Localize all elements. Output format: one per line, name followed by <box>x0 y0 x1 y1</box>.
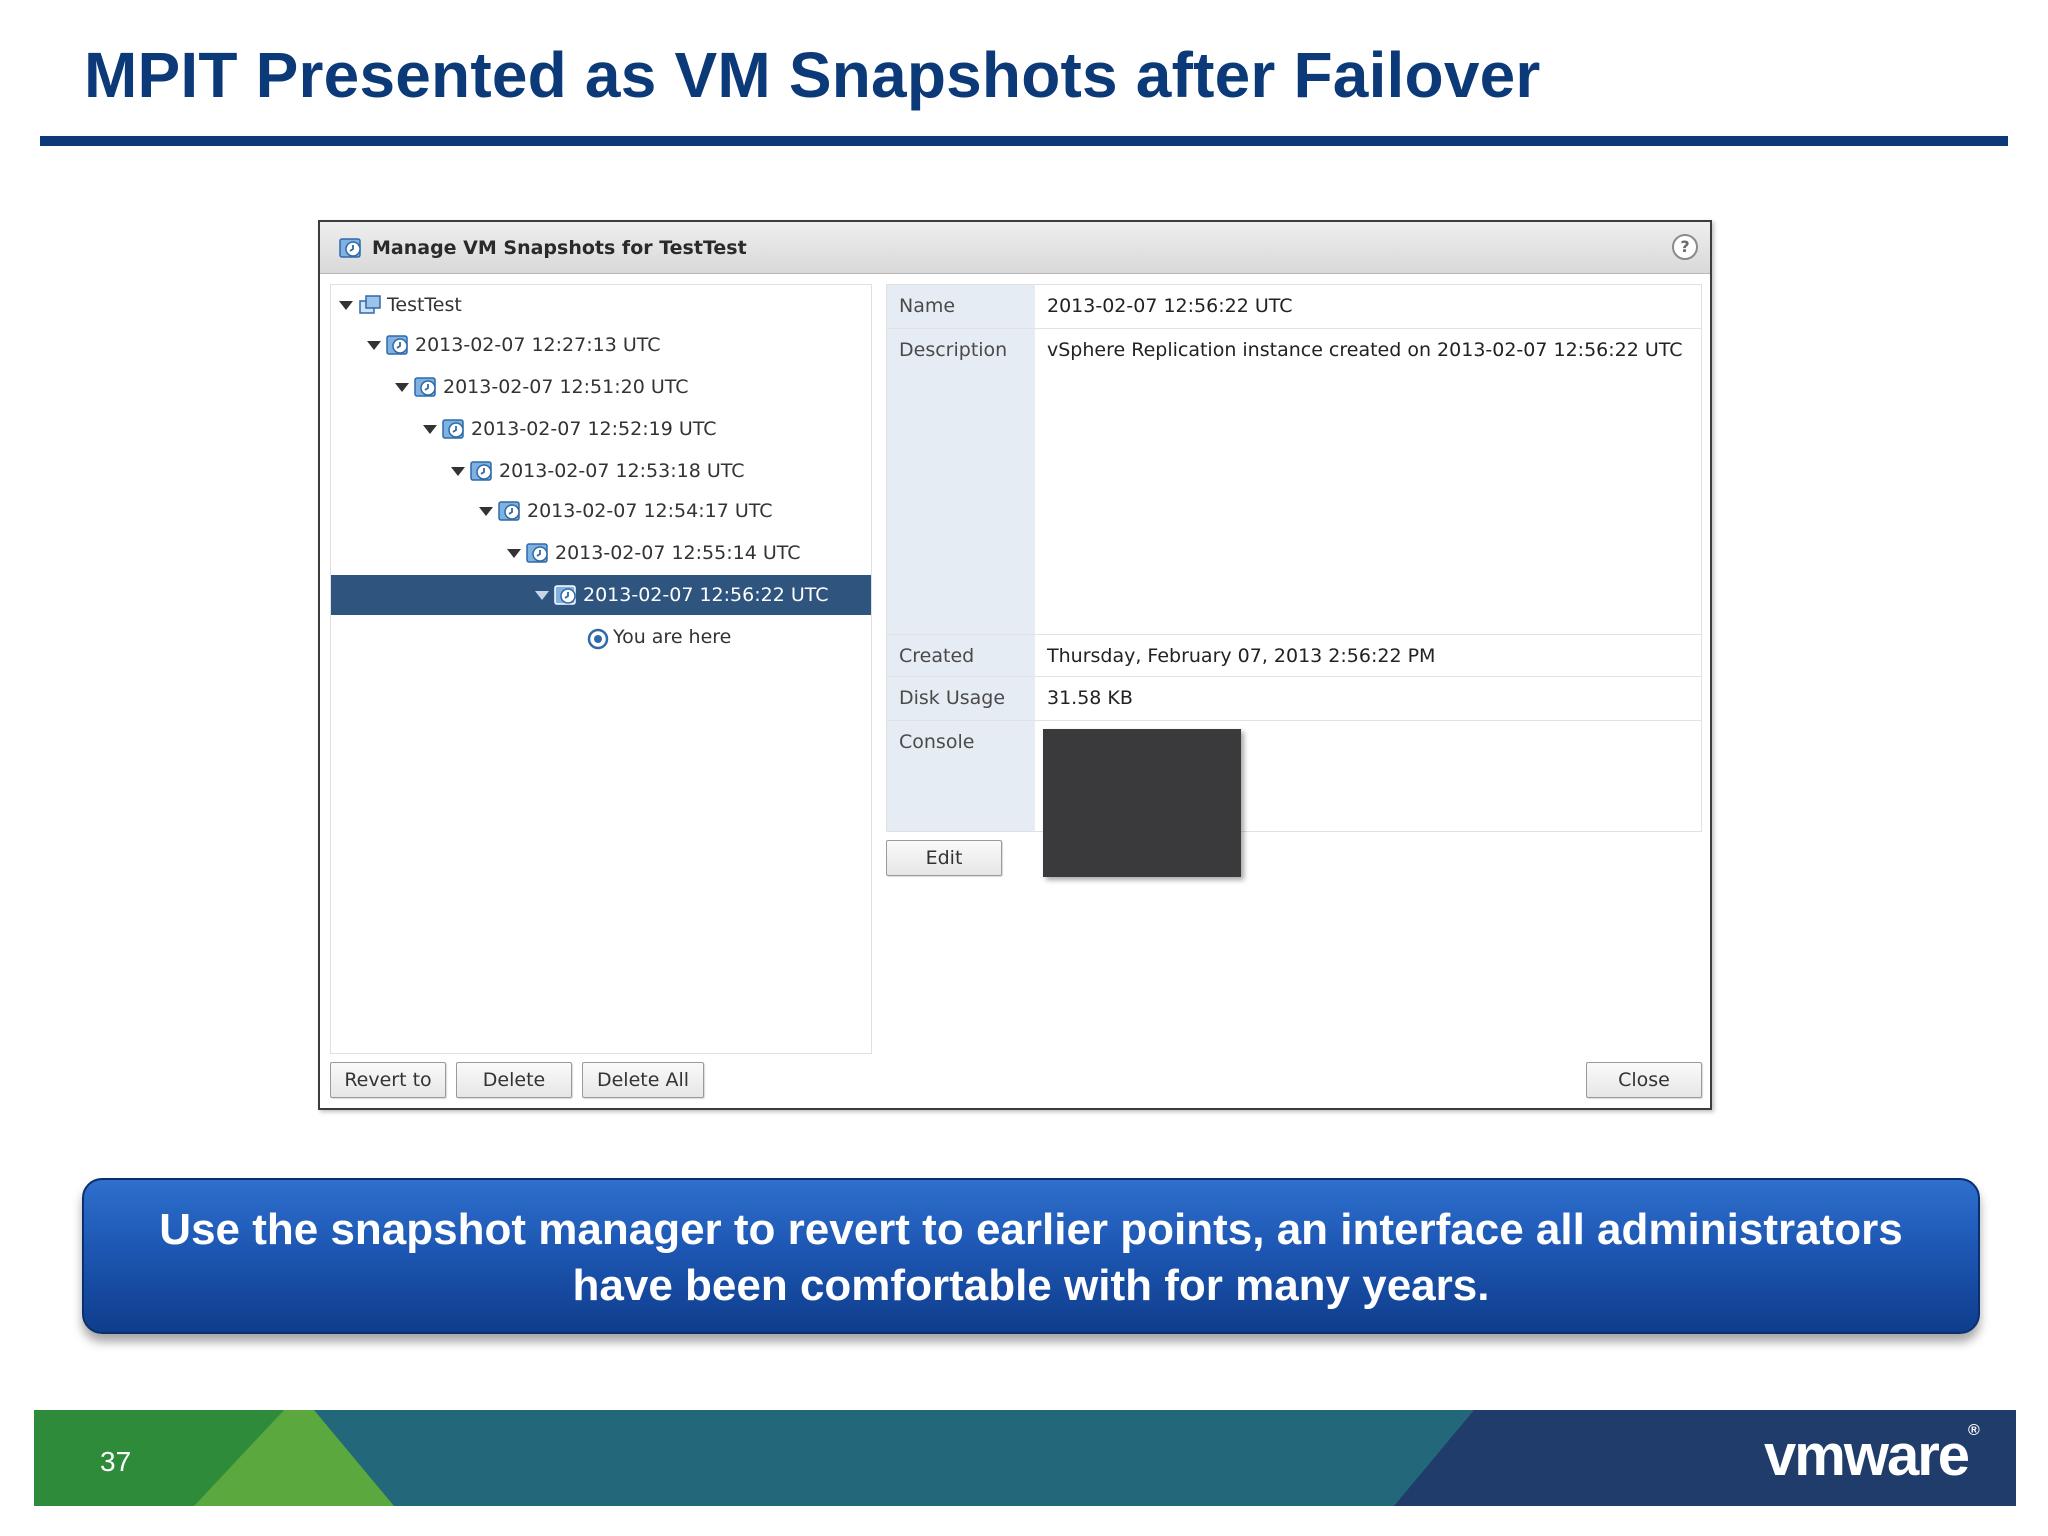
tree-item-snapshot[interactable]: 2013-02-07 12:54:17 UTC <box>331 491 871 531</box>
tree-item-snapshot[interactable]: 2013-02-07 12:27:13 UTC <box>331 325 871 365</box>
delete-button[interactable]: Delete <box>456 1062 572 1098</box>
created-value: Thursday, February 07, 2013 2:56:22 PM <box>1047 645 1436 667</box>
snapshot-icon <box>470 461 492 481</box>
tree-item-label: 2013-02-07 12:27:13 UTC <box>415 334 661 356</box>
registered-mark: ® <box>1968 1422 1980 1439</box>
callout-line-1: Use the snapshot manager to revert to ea… <box>159 1205 1903 1254</box>
snapshot-manager-icon <box>339 238 361 258</box>
detail-row-disk-usage: Disk Usage 31.58 KB <box>887 677 1701 721</box>
snapshot-icon <box>554 585 576 605</box>
console-label: Console <box>899 731 975 753</box>
expand-arrow-icon[interactable] <box>451 467 465 476</box>
snapshot-icon <box>414 377 436 397</box>
detail-row-description: Description vSphere Replication instance… <box>887 329 1701 635</box>
expand-arrow-icon[interactable] <box>479 507 493 516</box>
expand-arrow-icon[interactable] <box>507 549 521 558</box>
tree-item-label: 2013-02-07 12:56:22 UTC <box>583 584 829 606</box>
tree-item-snapshot-selected[interactable]: 2013-02-07 12:56:22 UTC <box>331 575 871 615</box>
tree-item-label: You are here <box>613 626 732 648</box>
title-divider <box>40 136 2008 146</box>
delete-all-button[interactable]: Delete All <box>582 1062 704 1098</box>
revert-to-button[interactable]: Revert to <box>330 1062 446 1098</box>
help-icon[interactable]: ? <box>1672 234 1698 260</box>
tree-item-current-state[interactable]: You are here <box>331 617 871 657</box>
expand-arrow-icon[interactable] <box>339 301 353 310</box>
detail-row-created: Created Thursday, February 07, 2013 2:56… <box>887 635 1701 677</box>
dialog-header: Manage VM Snapshots for TestTest ? <box>320 222 1710 274</box>
snapshot-details: Name 2013-02-07 12:56:22 UTC Description… <box>886 284 1702 877</box>
tree-item-snapshot[interactable]: 2013-02-07 12:55:14 UTC <box>331 533 871 573</box>
disk-usage-label: Disk Usage <box>899 687 1006 709</box>
page-number: 37 <box>100 1446 132 1477</box>
tree-item-label: TestTest <box>387 294 462 316</box>
description-label: Description <box>899 339 1008 361</box>
vmware-logo: vmware® <box>1764 1422 1980 1489</box>
expand-arrow-icon[interactable] <box>367 341 381 350</box>
created-label: Created <box>899 645 975 667</box>
snapshot-icon <box>386 335 408 355</box>
tree-item-label: 2013-02-07 12:53:18 UTC <box>499 460 745 482</box>
expand-arrow-icon[interactable] <box>395 383 409 392</box>
expand-arrow-icon[interactable] <box>423 425 437 434</box>
tree-item-label: 2013-02-07 12:51:20 UTC <box>443 376 689 398</box>
logo-text: vmware <box>1764 1423 1970 1488</box>
tree-item-snapshot[interactable]: 2013-02-07 12:51:20 UTC <box>331 367 871 407</box>
tree-item-snapshot[interactable]: 2013-02-07 12:53:18 UTC <box>331 451 871 491</box>
expand-arrow-icon[interactable] <box>535 591 549 600</box>
you-are-here-icon <box>587 628 609 650</box>
tree-item-root-vm[interactable]: TestTest <box>331 285 871 325</box>
detail-row-name: Name 2013-02-07 12:56:22 UTC <box>887 285 1701 329</box>
name-value: 2013-02-07 12:56:22 UTC <box>1047 295 1293 317</box>
snapshot-icon <box>526 543 548 563</box>
detail-row-console: Console <box>887 721 1701 877</box>
footer-band <box>34 1410 2016 1506</box>
callout-box: Use the snapshot manager to revert to ea… <box>82 1178 1980 1334</box>
callout-text: Use the snapshot manager to revert to ea… <box>84 1202 1978 1314</box>
snapshot-icon <box>442 419 464 439</box>
name-label: Name <box>899 295 956 317</box>
disk-usage-value: 31.58 KB <box>1047 687 1133 709</box>
close-button[interactable]: Close <box>1586 1062 1702 1098</box>
snapshot-icon <box>498 501 520 521</box>
console-thumbnail[interactable] <box>1043 729 1241 877</box>
description-value: vSphere Replication instance created on … <box>1047 339 1683 361</box>
dialog-title: Manage VM Snapshots for TestTest <box>372 237 747 259</box>
slide-title: MPIT Presented as VM Snapshots after Fai… <box>84 39 1541 111</box>
tree-item-label: 2013-02-07 12:55:14 UTC <box>555 542 801 564</box>
manage-snapshots-dialog: Manage VM Snapshots for TestTest ? TestT… <box>318 220 1712 1110</box>
tree-item-snapshot[interactable]: 2013-02-07 12:52:19 UTC <box>331 409 871 449</box>
callout-line-2: have been comfortable with for many year… <box>572 1261 1490 1310</box>
tree-item-label: 2013-02-07 12:52:19 UTC <box>471 418 717 440</box>
snapshot-tree: TestTest 2013-02-07 12:27:13 UTC 2013-02… <box>330 284 872 1054</box>
edit-button[interactable]: Edit <box>886 840 1002 876</box>
tree-item-label: 2013-02-07 12:54:17 UTC <box>527 500 773 522</box>
vm-icon <box>359 295 381 314</box>
